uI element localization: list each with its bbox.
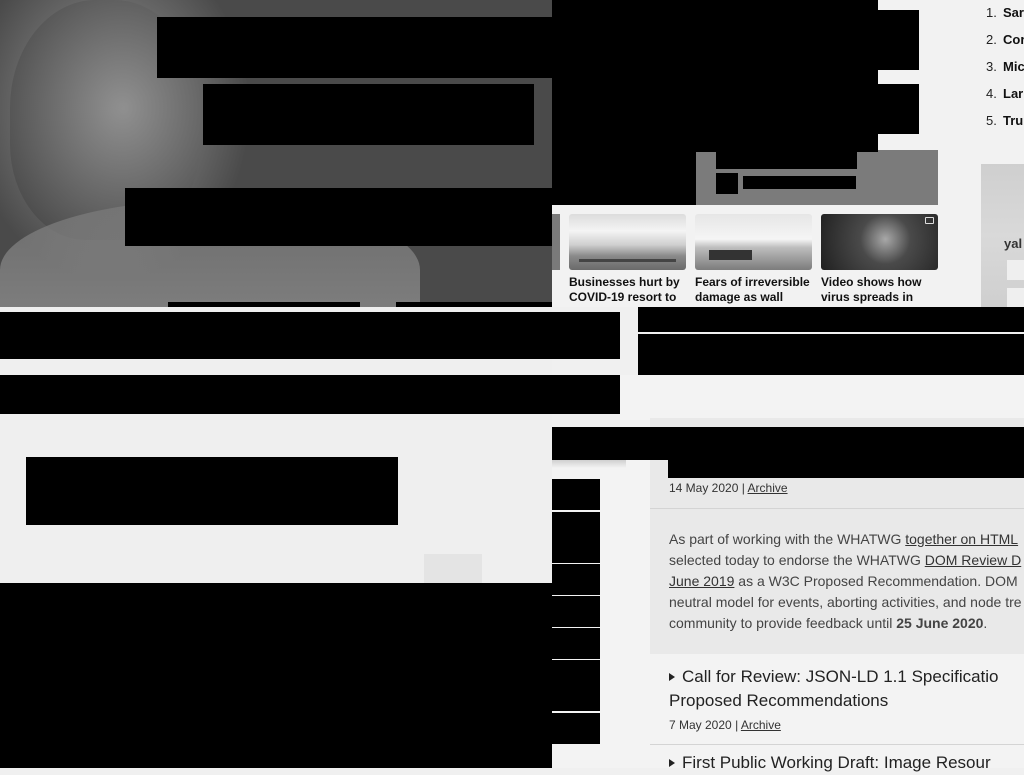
post-body-text: selected today to endorse the WHATWG	[669, 552, 925, 568]
post-date: 7 May 2020	[669, 718, 732, 732]
redacted-tile-6[interactable]	[552, 660, 600, 711]
meta-separator: |	[735, 718, 739, 732]
redacted-tile-7[interactable]	[552, 713, 600, 744]
thumbnail-image-2	[695, 214, 812, 270]
advertisement[interactable]: yal	[981, 164, 1024, 307]
post-title-3-text[interactable]: First Public Working Draft: Image Resour	[682, 753, 991, 772]
thumbnail-excavator	[709, 250, 752, 260]
thumbnail-figures	[579, 259, 676, 262]
whatwg-link[interactable]: together on HTML	[905, 531, 1018, 547]
post-body: As part of working with the WHATWG toget…	[669, 529, 1024, 634]
thumbnail-card-3[interactable]: Video shows how virus spreads in	[821, 214, 938, 305]
shadow-strip	[552, 460, 626, 468]
redacted-post-title-2	[668, 460, 1024, 478]
trending-number: 2.	[986, 32, 997, 47]
expand-triangle-icon[interactable]	[669, 759, 675, 767]
trending-item-2[interactable]: 2. Cor	[938, 30, 1024, 50]
trending-label[interactable]: Mic	[1003, 57, 1024, 77]
thumbnail-image-1	[569, 214, 686, 270]
trending-label[interactable]: Tru	[1003, 111, 1023, 131]
redacted-story-title	[552, 10, 919, 70]
scroll-handle[interactable]	[424, 554, 482, 583]
thumbnail-caption-3[interactable]: Video shows how virus spreads in	[821, 275, 938, 305]
feedback-deadline: 25 June 2020	[896, 615, 984, 631]
video-icon	[925, 217, 934, 224]
thumbnail-card-2[interactable]: Fears of irreversible damage as wall	[695, 214, 812, 305]
redacted-summary	[125, 188, 552, 246]
redacted-tile-1[interactable]	[552, 479, 600, 510]
news-strip: Businesses hurt by COVID-19 resort to Fe…	[552, 0, 938, 307]
thumbnail-partial[interactable]	[552, 214, 560, 270]
post-body-end: .	[983, 615, 988, 631]
redacted-post-title-1	[552, 427, 1024, 460]
ad-graphic-2	[1007, 288, 1024, 307]
post-category-link[interactable]: Archive	[748, 481, 788, 495]
redacted-source-label	[743, 176, 856, 189]
redacted-toolbar	[638, 334, 1024, 375]
redacted-story-byline	[716, 152, 857, 169]
redacted-region-top	[552, 0, 878, 10]
redacted-tile-3[interactable]	[552, 564, 600, 595]
redacted-source-icon	[716, 173, 738, 194]
redacted-tile-5[interactable]	[552, 628, 600, 659]
meta-separator: |	[741, 481, 745, 495]
redacted-title-bar	[638, 307, 1024, 332]
redacted-story-block	[552, 152, 696, 205]
trending-item-3[interactable]: 3. Mic	[938, 57, 1024, 77]
divider	[650, 508, 1024, 509]
trending-label[interactable]: Cor	[1003, 30, 1024, 50]
advertisement-brand: yal	[1004, 236, 1023, 251]
thumbnail-image-3	[821, 214, 938, 270]
redacted-headline-line-1	[157, 17, 552, 78]
post-body-text: As part of working with the WHATWG	[669, 531, 906, 547]
redacted-nav-bar	[0, 375, 620, 414]
dom-review-link[interactable]: DOM Review D	[925, 552, 1021, 568]
post-title-2-cont[interactable]: Proposed Recommendations	[669, 689, 888, 713]
post-title-3[interactable]: First Public Working Draft: Image Resour	[669, 751, 991, 775]
post-meta-2: 7 May 2020 | Archive	[669, 718, 781, 732]
thumbnail-caption-2[interactable]: Fears of irreversible damage as wall	[695, 275, 812, 305]
june-2019-link[interactable]: June 2019	[669, 573, 734, 589]
thumbnail-caption-1[interactable]: Businesses hurt by COVID-19 resort to	[569, 275, 686, 305]
trending-number: 5.	[986, 113, 997, 128]
news-hero-image[interactable]	[0, 0, 552, 307]
trending-number: 1.	[986, 5, 997, 20]
redacted-headline-line-2	[203, 84, 534, 145]
redacted-tile-2[interactable]	[552, 512, 600, 563]
trending-label[interactable]: Sar	[1003, 3, 1024, 23]
trending-item-4[interactable]: 4. Lar	[938, 84, 1024, 104]
redacted-header-bar	[0, 312, 620, 359]
redacted-content-block	[26, 457, 398, 525]
trending-number: 4.	[986, 86, 997, 101]
post-title-2[interactable]: Call for Review: JSON-LD 1.1 Specificati…	[669, 665, 999, 689]
expand-triangle-icon[interactable]	[669, 673, 675, 681]
trending-panel: 1. Sar 2. Cor 3. Mic 4. Lar 5. Tru yal	[938, 0, 1024, 307]
ad-graphic-1	[1007, 260, 1024, 280]
redacted-story-text	[552, 84, 919, 134]
post-meta-1: 14 May 2020 | Archive	[669, 481, 788, 495]
redacted-region-lower	[552, 134, 878, 152]
divider	[650, 744, 1024, 745]
trending-item-5[interactable]: 5. Tru	[938, 111, 1024, 131]
thumbnail-card-1[interactable]: Businesses hurt by COVID-19 resort to	[569, 214, 686, 305]
trending-label[interactable]: Lar	[1003, 84, 1023, 104]
redacted-tile-4[interactable]	[552, 596, 600, 627]
redacted-region-mid	[552, 70, 878, 84]
post-date: 14 May 2020	[669, 481, 739, 495]
post-title-2-line-1[interactable]: Call for Review: JSON-LD 1.1 Specificati…	[682, 667, 999, 686]
redacted-footer-region	[0, 583, 552, 768]
post-category-link[interactable]: Archive	[741, 718, 781, 732]
trending-number: 3.	[986, 59, 997, 74]
trending-item-1[interactable]: 1. Sar	[938, 3, 1024, 23]
